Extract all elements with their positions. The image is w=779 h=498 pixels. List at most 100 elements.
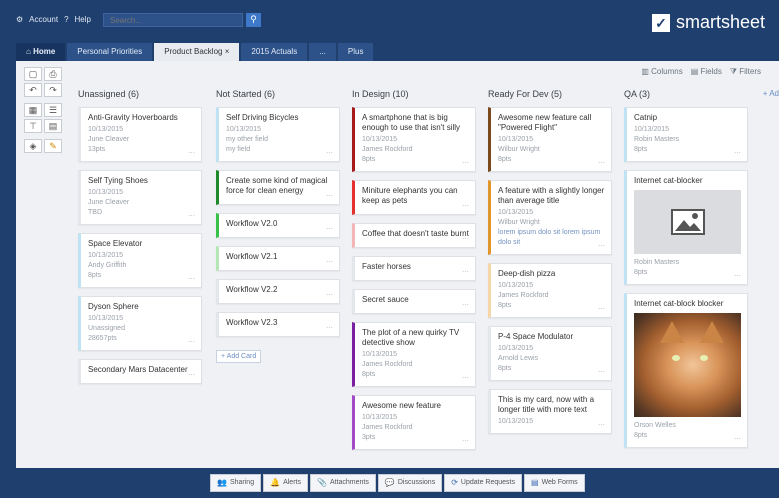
kanban-card[interactable]: Anti-Gravity Hoverboards 10/13/2015 June C… xyxy=(78,107,202,162)
card-menu-icon[interactable]: ⋯ xyxy=(734,149,741,157)
kanban-card[interactable]: Workflow V2.3 ⋯ xyxy=(216,312,340,337)
kanban-card[interactable]: Coffee that doesn't taste burnt ⋯ xyxy=(352,223,476,248)
card-menu-icon[interactable]: ⋯ xyxy=(462,159,469,167)
bottom-button-label: Update Requests xyxy=(460,479,515,486)
tab-2015-actuals[interactable]: 2015 Actuals xyxy=(241,43,308,61)
card-menu-icon[interactable]: ⋯ xyxy=(326,258,333,266)
kanban-card[interactable]: Faster horses ⋯ xyxy=(352,256,476,281)
kanban-card[interactable]: Deep-dish pizza 10/13/2015 James Rockford 8… xyxy=(488,263,612,318)
kanban-card[interactable]: Dyson Sphere 10/13/2015 Unassigned 28657pts… xyxy=(78,296,202,351)
card-menu-icon[interactable]: ⋯ xyxy=(188,275,195,283)
new-row-icon[interactable]: ▢ xyxy=(24,67,42,81)
grid-view-icon[interactable]: ▦ xyxy=(24,103,42,117)
calendar-view-icon[interactable]: ▤ xyxy=(44,119,62,133)
account-menu[interactable]: Account xyxy=(29,15,58,24)
filter-icon: ⧩ xyxy=(729,67,740,76)
add-card-button[interactable]: + Add Card xyxy=(216,350,262,363)
filters-control[interactable]: ⧩ Filters xyxy=(730,67,761,77)
format-icon[interactable]: ◈ xyxy=(24,139,42,153)
card-menu-icon[interactable]: ⋯ xyxy=(598,159,605,167)
card-menu-icon[interactable]: ⋯ xyxy=(462,235,469,243)
card-view-icon[interactable]: ⊤ xyxy=(24,119,42,133)
card-menu-icon[interactable]: ⋯ xyxy=(326,149,333,157)
kanban-card[interactable]: This is my card, now with a longer title… xyxy=(488,389,612,434)
kanban-card[interactable]: Catnip 10/13/2015 Robin Masters 8pts ⋯ xyxy=(624,107,748,162)
kanban-card[interactable]: Awesome new feature call "Powered Flight… xyxy=(488,107,612,172)
kanban-card[interactable]: Secret sauce ⋯ xyxy=(352,289,476,314)
kanban-card[interactable]: Awesome new feature 10/13/2015 James Rockf… xyxy=(352,395,476,450)
search-input[interactable] xyxy=(103,13,243,27)
chat-icon: 💬 xyxy=(384,478,395,487)
print-icon[interactable]: ⎙ xyxy=(44,67,62,81)
card-menu-icon[interactable]: ⋯ xyxy=(462,268,469,276)
card-field: 28657pts xyxy=(88,335,117,342)
close-icon[interactable]: × xyxy=(222,47,230,56)
update-requests-button[interactable]: ⟳ Update Requests xyxy=(444,474,522,492)
tab-personal-priorities[interactable]: Personal Priorities xyxy=(67,43,153,61)
card-menu-icon[interactable]: ⋯ xyxy=(326,192,333,200)
sharing-button[interactable]: 👥 Sharing xyxy=(210,474,262,492)
kanban-card[interactable]: The plot of a new quirky TV detective sh… xyxy=(352,322,476,387)
card-menu-icon[interactable]: ⋯ xyxy=(188,338,195,346)
column-header[interactable]: Unassigned (6) xyxy=(78,89,202,101)
column-header[interactable]: In Design (10) xyxy=(352,89,476,101)
column-header[interactable]: Ready For Dev (5) xyxy=(488,89,612,101)
card-menu-icon[interactable]: ⋯ xyxy=(462,202,469,210)
card-field: 10/13/2015 xyxy=(498,418,534,425)
columns-control[interactable]: ▥ Columns xyxy=(641,67,682,77)
alerts-button[interactable]: 🔔 Alerts xyxy=(263,474,308,492)
kanban-card[interactable]: Self Driving Bicycles 10/13/2015 my other … xyxy=(216,107,340,162)
card-menu-icon[interactable]: ⋯ xyxy=(188,149,195,157)
card-menu-icon[interactable]: ⋯ xyxy=(598,368,605,376)
column-header[interactable]: QA (3) xyxy=(624,89,748,101)
kanban-card[interactable]: Internet cat-block blocker Orson Welles 8p… xyxy=(624,293,748,448)
search-button[interactable]: ⚲ xyxy=(246,13,261,27)
card-menu-icon[interactable]: ⋯ xyxy=(734,272,741,280)
card-menu-icon[interactable]: ⋯ xyxy=(462,301,469,309)
top-bar: ⚙ Account ? Help ⚲ ✓ smartsheet xyxy=(0,0,779,42)
kanban-card[interactable]: Internet cat-blocker Robin Masters 8pts ⋯ xyxy=(624,170,748,285)
card-view-panel: ▢ ⎙ ↶ ↷ ▦ ☰ ⊤ ▤ ◈ ✎ ▥ Columns ▤ Fields ⧩ Filt… xyxy=(16,61,779,468)
web-forms-button[interactable]: ▤ Web Forms xyxy=(524,474,585,492)
redo-icon[interactable]: ↷ xyxy=(44,83,62,97)
tab-overflow[interactable]: ... xyxy=(309,43,336,61)
card-field: lorem ipsum dolo sit lorem ipsum dolo si… xyxy=(498,229,601,246)
card-menu-icon[interactable]: ⋯ xyxy=(188,371,195,379)
card-menu-icon[interactable]: ⋯ xyxy=(734,435,741,443)
card-menu-icon[interactable]: ⋯ xyxy=(462,437,469,445)
card-menu-icon[interactable]: ⋯ xyxy=(462,374,469,382)
highlight-icon[interactable]: ✎ xyxy=(44,139,62,153)
help-icon[interactable]: ? xyxy=(64,15,68,24)
add-column-button[interactable]: + Ad xyxy=(763,89,779,98)
discussions-button[interactable]: 💬 Discussions xyxy=(377,474,443,492)
fields-control[interactable]: ▤ Fields xyxy=(691,67,722,77)
card-menu-icon[interactable]: ⋯ xyxy=(598,421,605,429)
help-menu[interactable]: Help xyxy=(75,15,91,24)
attachments-button[interactable]: 📎 Attachments xyxy=(309,474,376,492)
gantt-view-icon[interactable]: ☰ xyxy=(44,103,62,117)
undo-icon[interactable]: ↶ xyxy=(24,83,42,97)
gear-icon[interactable]: ⚙ xyxy=(16,15,23,24)
column-header[interactable]: Not Started (6) xyxy=(216,89,340,101)
tab-product-backlog[interactable]: Product Backlog × xyxy=(154,43,240,61)
kanban-card[interactable]: Secondary Mars Datacenter ⋯ xyxy=(78,359,202,384)
card-menu-icon[interactable]: ⋯ xyxy=(326,291,333,299)
kanban-card[interactable]: Miniture elephants you can keep as pets ⋯ xyxy=(352,180,476,215)
kanban-card[interactable]: Workflow V2.2 ⋯ xyxy=(216,279,340,304)
kanban-card[interactable]: Workflow V2.0 ⋯ xyxy=(216,213,340,238)
tab-home[interactable]: ⌂ Home xyxy=(16,43,66,61)
kanban-card[interactable]: Create some kind of magical force for cl… xyxy=(216,170,340,205)
card-menu-icon[interactable]: ⋯ xyxy=(598,305,605,313)
kanban-card[interactable]: A feature with a slightly longer than av… xyxy=(488,180,612,255)
card-menu-icon[interactable]: ⋯ xyxy=(326,225,333,233)
card-field: 8pts xyxy=(88,272,102,279)
tab-plus[interactable]: Plus xyxy=(337,43,374,61)
card-menu-icon[interactable]: ⋯ xyxy=(598,242,605,250)
kanban-card[interactable]: Self Tying Shoes 10/13/2015 June Cleaver TB… xyxy=(78,170,202,225)
card-menu-icon[interactable]: ⋯ xyxy=(326,324,333,332)
kanban-card[interactable]: A smartphone that is big enough to use t… xyxy=(352,107,476,172)
card-menu-icon[interactable]: ⋯ xyxy=(188,212,195,220)
kanban-card[interactable]: Space Elevator 10/13/2015 Andy Griffith 8pt… xyxy=(78,233,202,288)
kanban-card[interactable]: Workflow V2.1 ⋯ xyxy=(216,246,340,271)
kanban-card[interactable]: P-4 Space Modulator 10/13/2015 Arnold Lewi… xyxy=(488,326,612,381)
